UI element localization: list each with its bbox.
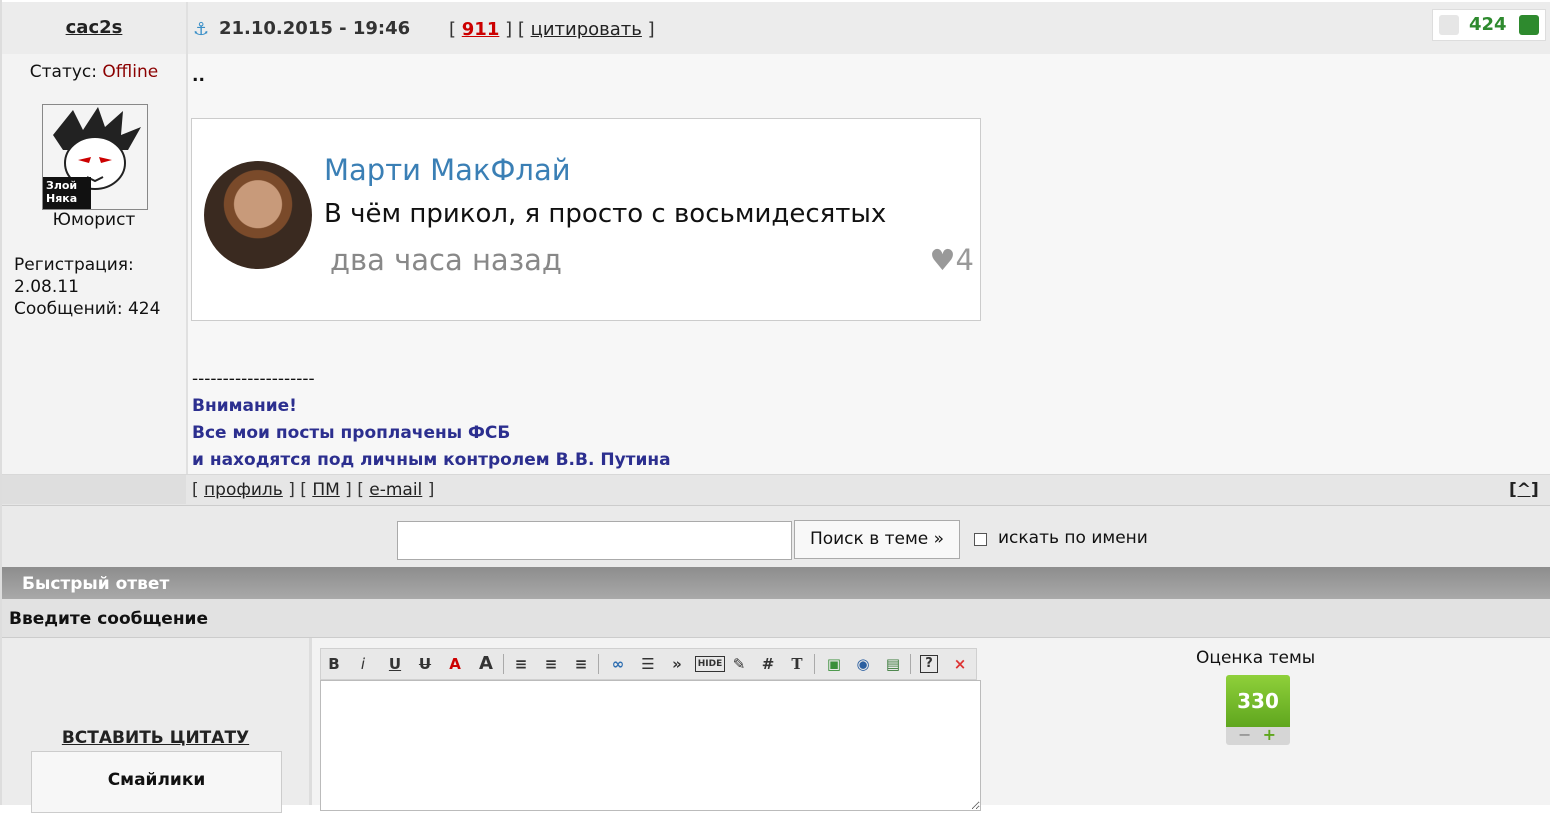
search-button[interactable]: Поиск в теме » — [794, 520, 960, 559]
toolbar-divider — [598, 654, 599, 674]
pm-link[interactable]: ПМ — [312, 480, 339, 500]
quick-reply-subtitle: Введите сообщение — [9, 609, 209, 629]
smileys-panel[interactable]: Смайлики — [31, 751, 282, 813]
message-editor[interactable] — [320, 680, 981, 811]
font-icon[interactable]: T — [786, 653, 808, 675]
like-count: 4 — [955, 243, 974, 277]
edit-icon[interactable]: ✎ — [728, 653, 750, 675]
image-icon[interactable]: ▣ — [823, 653, 845, 675]
toolbar-divider — [814, 654, 815, 674]
post-actions: [ 911 ] [ цитировать ] — [449, 19, 655, 40]
bracket: [ — [449, 19, 457, 40]
text-color-icon[interactable]: A — [444, 653, 466, 675]
image-likes: ♥4 — [930, 243, 974, 277]
bracket: ] [ — [345, 480, 364, 500]
thumb-up-icon[interactable] — [1519, 15, 1539, 35]
list-icon[interactable]: ☰ — [637, 653, 659, 675]
toolbar-divider — [910, 654, 911, 674]
rating-value: 424 — [1469, 14, 1507, 35]
signature-line: Внимание! — [192, 396, 297, 416]
signature: -------------------- Внимание! Все мои п… — [192, 366, 671, 474]
insert-quote-link[interactable]: ВСТАВИТЬ ЦИТАТУ — [2, 728, 309, 748]
image-time: два часа назад — [330, 243, 562, 277]
signature-line: Все мои посты проплачены ФСБ — [192, 423, 511, 443]
footer-links: [ профиль ] [ ПМ ] [ e-mail ] — [192, 480, 434, 500]
profile-link[interactable]: профиль — [204, 480, 283, 500]
user-rank: Юморист — [52, 210, 136, 230]
underline-icon[interactable]: U — [384, 653, 406, 675]
flash-icon[interactable]: ◉ — [852, 653, 874, 675]
registration-date: 2.08.11 — [14, 277, 79, 297]
email-link[interactable]: e-mail — [369, 480, 422, 500]
rate-up-button[interactable]: + — [1263, 725, 1276, 744]
user-status: Статус: Offline — [2, 62, 186, 82]
strikethrough-icon[interactable]: U — [414, 653, 436, 675]
align-center-icon[interactable]: ≡ — [540, 653, 562, 675]
signature-separator: -------------------- — [192, 369, 315, 389]
avatar: Злой Няка — [42, 104, 148, 210]
bracket: ] — [647, 19, 655, 40]
video-icon[interactable]: ▤ — [882, 653, 904, 675]
avatar-text: Злой — [46, 179, 78, 192]
search-by-name-checkbox[interactable] — [974, 533, 987, 546]
help-icon[interactable]: ? — [920, 655, 938, 673]
status-label: Статус: — [29, 62, 98, 82]
topic-rating-controls: − + — [1226, 725, 1290, 745]
quote-icon[interactable]: » — [666, 653, 688, 675]
message-count: Сообщений: 424 — [14, 299, 161, 319]
topic-rating-label: Оценка темы — [1196, 648, 1316, 668]
quick-reply-title: Быстрый ответ — [22, 574, 170, 594]
post-datetime: 21.10.2015 - 19:46 — [219, 18, 411, 39]
hide-icon[interactable]: HIDE — [695, 656, 725, 672]
status-value: Offline — [102, 62, 159, 82]
heart-icon: ♥ — [929, 243, 956, 277]
signature-line: и находятся под личным контролем В.В. Пу… — [192, 450, 671, 470]
italic-icon[interactable]: i — [352, 653, 374, 675]
toolbar-divider — [503, 654, 504, 674]
scroll-top-link[interactable]: [^] — [1509, 480, 1539, 500]
editor-toolbar: B i U U A A ≡ ≡ ≡ ∞ ☰ » HIDE ✎ # T ▣ ◉ ▤… — [320, 648, 977, 680]
quick-reply-subheader: Введите сообщение — [2, 599, 1550, 638]
rate-down-button[interactable]: − — [1238, 725, 1251, 744]
topic-rating-value: 330 — [1226, 675, 1290, 727]
link-icon[interactable]: ∞ — [607, 653, 629, 675]
search-input[interactable] — [397, 521, 792, 560]
bracket: [ — [192, 480, 199, 500]
username-link[interactable]: cac2s — [2, 17, 186, 38]
avatar-text: Няка — [46, 192, 78, 205]
image-name: Марти МакФлай — [324, 153, 571, 187]
bracket: ] — [427, 480, 435, 500]
post-number-link[interactable]: 911 — [462, 19, 500, 40]
post-rating: 424 — [1432, 9, 1546, 41]
user-info: Регистрация: 2.08.11 Сообщений: 424 — [14, 254, 184, 320]
bold-icon[interactable]: B — [323, 653, 345, 675]
align-left-icon[interactable]: ≡ — [510, 653, 532, 675]
bracket: ] [ — [505, 19, 525, 40]
align-right-icon[interactable]: ≡ — [570, 653, 592, 675]
post-text: .. — [192, 66, 205, 86]
checkbox-label: искать по имени — [998, 528, 1148, 548]
thumb-down-icon[interactable] — [1439, 15, 1459, 35]
embedded-image[interactable]: Марти МакФлай В чём прикол, я просто с в… — [191, 118, 981, 321]
anchor-icon[interactable]: ⚓ — [193, 19, 209, 40]
hash-icon[interactable]: # — [757, 653, 779, 675]
font-size-icon[interactable]: A — [475, 653, 497, 675]
bracket: ] [ — [288, 480, 307, 500]
quick-reply-header: Быстрый ответ — [2, 567, 1550, 599]
close-icon[interactable]: × — [949, 653, 971, 675]
image-avatar — [204, 161, 312, 269]
image-text: В чём прикол, я просто с восьмидесятых — [324, 199, 887, 229]
quote-link[interactable]: цитировать — [531, 19, 642, 40]
registration-label: Регистрация: — [14, 255, 134, 275]
post-footer-left — [2, 475, 186, 504]
